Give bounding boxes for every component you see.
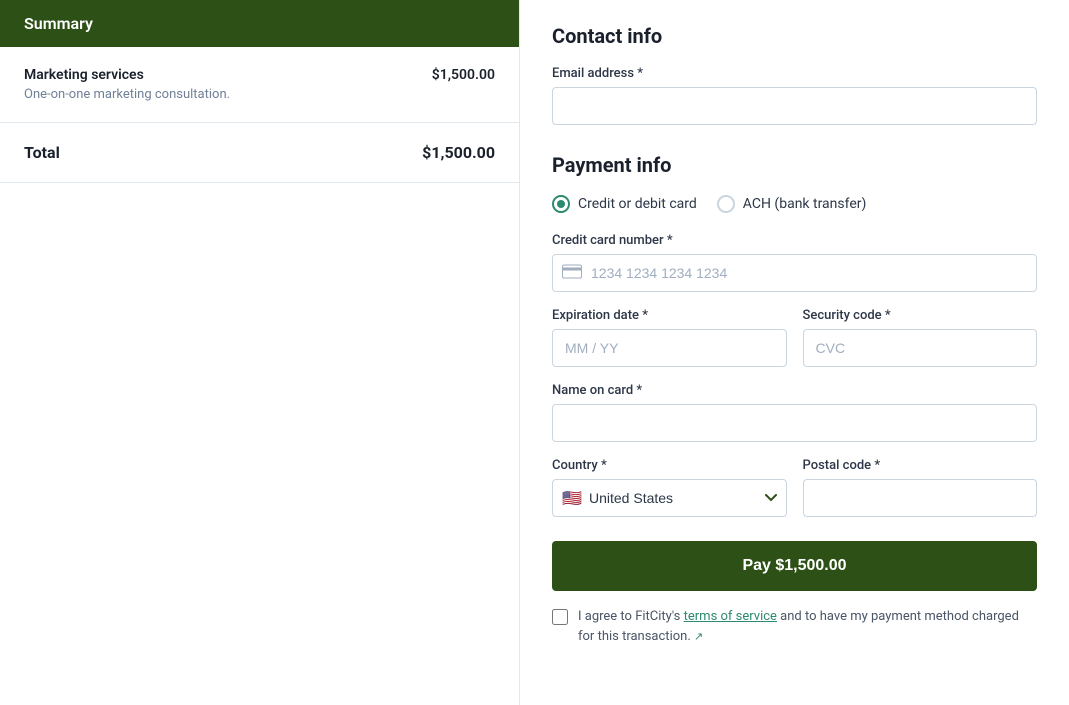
country-field-group: Country * 🇺🇸 United States Canada United… — [552, 458, 787, 517]
total-label: Total — [24, 143, 60, 162]
item-name: Marketing services — [24, 67, 144, 83]
card-number-input[interactable] — [552, 254, 1037, 292]
total-row: Total $1,500.00 — [0, 123, 519, 183]
name-on-card-label: Name on card * — [552, 383, 1037, 398]
terms-checkbox[interactable] — [552, 609, 568, 625]
summary-item: Marketing services $1,500.00 One-on-one … — [0, 47, 519, 123]
expiration-field-group: Expiration date * — [552, 308, 787, 367]
country-postal-row: Country * 🇺🇸 United States Canada United… — [552, 458, 1037, 533]
terms-of-service-link[interactable]: terms of service — [684, 609, 777, 624]
total-amount: $1,500.00 — [422, 143, 495, 162]
email-input[interactable] — [552, 87, 1037, 125]
terms-row: I agree to FitCity's terms of service an… — [552, 607, 1037, 646]
country-select[interactable]: United States Canada United Kingdom Aust… — [552, 479, 787, 517]
email-label: Email address * — [552, 66, 1037, 81]
security-input[interactable] — [803, 329, 1038, 367]
item-description: One-on-one marketing consultation. — [24, 87, 495, 102]
postal-label: Postal code * — [803, 458, 1038, 473]
ach-label: ACH (bank transfer) — [743, 196, 867, 212]
country-label: Country * — [552, 458, 787, 473]
payment-section-title: Payment info — [552, 153, 1037, 177]
external-link-icon: ↗ — [694, 630, 703, 643]
name-on-card-input[interactable] — [552, 404, 1037, 442]
contact-section: Contact info Email address * — [552, 24, 1037, 125]
right-panel: Contact info Email address * Payment inf… — [520, 0, 1069, 705]
postal-input[interactable] — [803, 479, 1038, 517]
us-flag-icon: 🇺🇸 — [562, 489, 582, 508]
credit-card-label: Credit or debit card — [578, 196, 697, 212]
summary-panel: Summary Marketing services $1,500.00 One… — [0, 0, 520, 705]
credit-card-radio[interactable] — [552, 195, 570, 213]
terms-text: I agree to FitCity's terms of service an… — [578, 607, 1037, 646]
terms-text-before: I agree to FitCity's — [578, 609, 684, 624]
country-select-wrapper: 🇺🇸 United States Canada United Kingdom A… — [552, 479, 787, 517]
postal-field-group: Postal code * — [803, 458, 1038, 517]
credit-card-icon — [562, 263, 582, 284]
email-field-group: Email address * — [552, 66, 1037, 125]
expiration-label: Expiration date * — [552, 308, 787, 323]
ach-radio[interactable] — [717, 195, 735, 213]
ach-option[interactable]: ACH (bank transfer) — [717, 195, 867, 213]
name-on-card-field-group: Name on card * — [552, 383, 1037, 442]
payment-methods: Credit or debit card ACH (bank transfer) — [552, 195, 1037, 213]
summary-title: Summary — [24, 14, 93, 33]
expiration-input[interactable] — [552, 329, 787, 367]
payment-section: Payment info Credit or debit card ACH (b… — [552, 153, 1037, 646]
card-number-label: Credit card number * — [552, 233, 1037, 248]
summary-header: Summary — [0, 0, 519, 47]
contact-section-title: Contact info — [552, 24, 1037, 48]
security-field-group: Security code * — [803, 308, 1038, 367]
card-number-field-group: Credit card number * — [552, 233, 1037, 292]
expiry-cvc-row: Expiration date * Security code * — [552, 308, 1037, 383]
credit-card-option[interactable]: Credit or debit card — [552, 195, 697, 213]
pay-button[interactable]: Pay $1,500.00 — [552, 541, 1037, 591]
item-price: $1,500.00 — [432, 67, 495, 83]
security-label: Security code * — [803, 308, 1038, 323]
card-number-wrapper — [552, 254, 1037, 292]
